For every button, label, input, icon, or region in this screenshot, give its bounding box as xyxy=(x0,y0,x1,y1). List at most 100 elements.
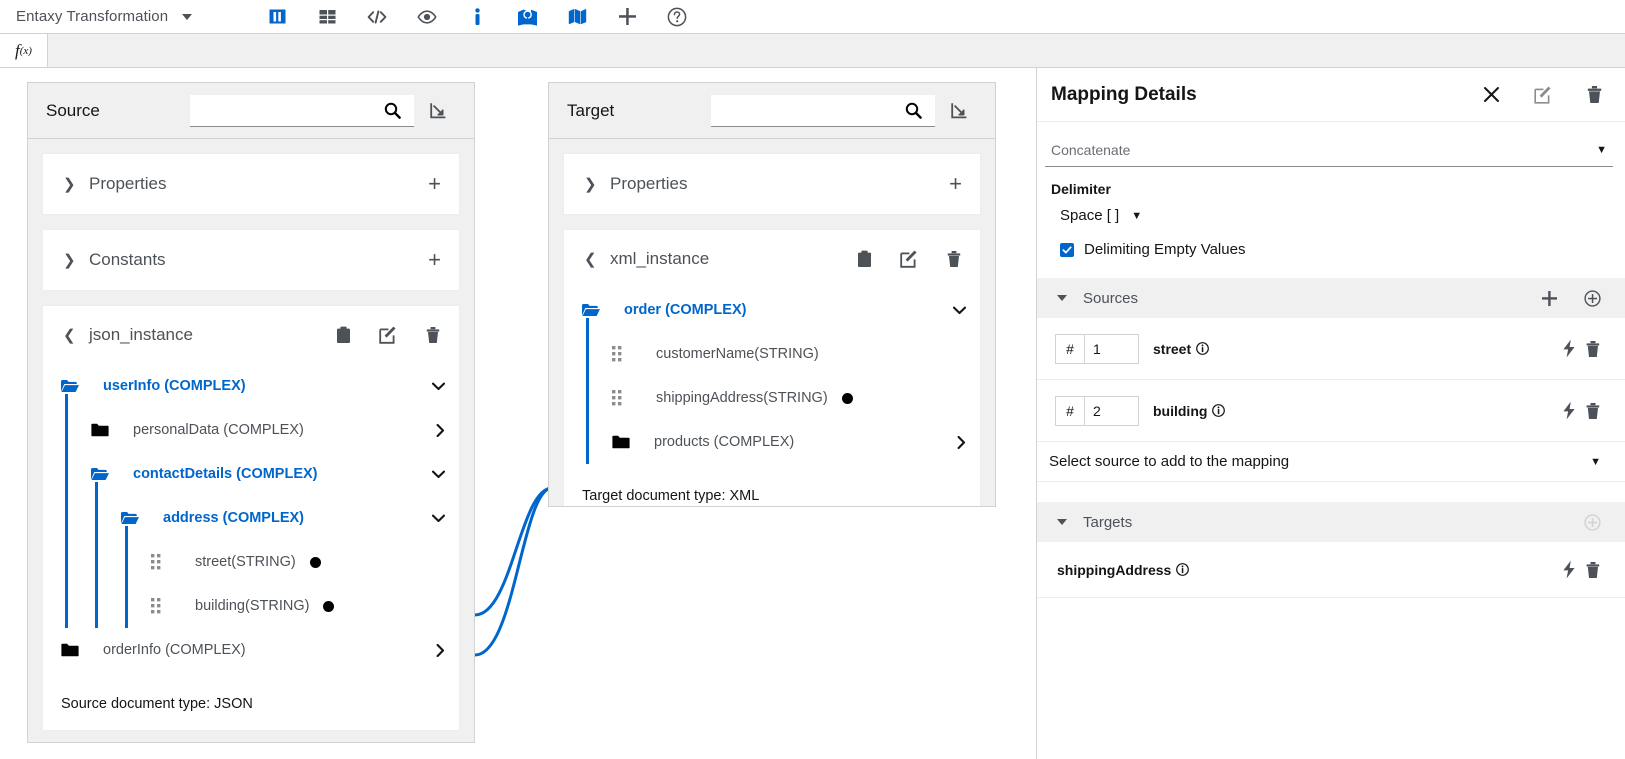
source-constants-add-button[interactable]: + xyxy=(428,249,441,271)
add-target-circle-plus-icon[interactable] xyxy=(1584,513,1601,531)
columns-icon[interactable] xyxy=(252,0,302,34)
source-index-input[interactable] xyxy=(1085,395,1139,426)
chevron-down-icon[interactable]: ❮ xyxy=(63,326,81,344)
chevron-right-icon[interactable]: ❯ xyxy=(63,175,81,193)
target-row-actions xyxy=(1562,560,1601,579)
delete-icon[interactable] xyxy=(1586,85,1603,104)
target-document-paste-icon[interactable] xyxy=(857,250,872,268)
target-search-button[interactable] xyxy=(891,94,935,127)
mapping-marker-icon[interactable] xyxy=(502,0,552,34)
source-document-delete-icon[interactable] xyxy=(425,326,441,344)
tree-node[interactable]: orderInfo (COMPLEX) xyxy=(43,628,459,672)
target-collapse-all-button[interactable] xyxy=(937,95,981,127)
mapping-details-panel: Mapping Details Concatenate ▼ Delimiter … xyxy=(1036,68,1625,759)
caret-down-icon[interactable] xyxy=(1057,519,1067,525)
chevron-right-icon[interactable] xyxy=(947,435,966,449)
chevron-down-icon[interactable] xyxy=(422,470,445,479)
target-search-input[interactable] xyxy=(711,94,891,127)
source-search-button[interactable] xyxy=(370,94,414,127)
source-document-edit-icon[interactable] xyxy=(379,326,397,344)
tree-node[interactable]: customerName(STRING) xyxy=(564,332,980,376)
close-icon[interactable] xyxy=(1483,86,1500,103)
source-properties-row[interactable]: ❯ Properties + xyxy=(43,154,459,214)
lightning-bolt-icon xyxy=(1563,339,1575,358)
add-source-select[interactable]: Select source to add to the mapping ▼ xyxy=(1037,442,1625,482)
source-document-type: Source document type: JSON xyxy=(61,696,253,712)
tree-node-label: address (COMPLEX) xyxy=(163,510,304,526)
source-index-stepper: # xyxy=(1055,395,1139,426)
tree-node[interactable]: shippingAddress(STRING) xyxy=(564,376,980,420)
source-transformation-bolt-icon[interactable] xyxy=(1562,401,1577,420)
help-icon[interactable] xyxy=(652,0,702,34)
lightning-bolt-icon xyxy=(1563,560,1575,579)
chevron-down-icon[interactable] xyxy=(943,306,966,315)
target-remove-trash-icon[interactable] xyxy=(1585,561,1601,579)
drag-handle-icon xyxy=(612,390,634,406)
source-section-constants: ❯ Constants + xyxy=(42,229,460,291)
table-icon[interactable] xyxy=(302,0,352,34)
tree-guide-line xyxy=(125,526,128,628)
source-properties-add-button[interactable]: + xyxy=(428,173,441,195)
chevron-right-icon[interactable] xyxy=(426,423,445,437)
folder-open-icon xyxy=(61,379,83,393)
tab-fx[interactable]: f (x) xyxy=(0,34,48,67)
plus-icon[interactable] xyxy=(602,0,652,34)
info-icon[interactable] xyxy=(452,0,502,34)
tree-node[interactable]: address (COMPLEX) xyxy=(43,496,459,540)
edit-icon[interactable] xyxy=(1534,86,1552,104)
drag-handle-icon xyxy=(151,554,161,570)
chevron-right-icon[interactable]: ❯ xyxy=(584,175,602,193)
tree-node-label: street(STRING) xyxy=(195,554,296,570)
tree-node[interactable]: street(STRING) xyxy=(43,540,459,584)
tree-node[interactable]: personalData (COMPLEX) xyxy=(43,408,459,452)
source-remove-trash-icon[interactable] xyxy=(1585,402,1601,420)
folder-open-icon xyxy=(582,303,604,317)
drag-handle-icon xyxy=(151,598,161,614)
add-constant-circle-plus-icon[interactable] xyxy=(1584,289,1601,307)
code-icon[interactable] xyxy=(352,0,402,34)
check-icon xyxy=(1062,245,1072,253)
source-constants-row[interactable]: ❯ Constants + xyxy=(43,230,459,290)
target-transformation-bolt-icon[interactable] xyxy=(1562,560,1577,579)
add-source-plus-icon[interactable] xyxy=(1541,290,1558,307)
info-circle-icon[interactable] xyxy=(1212,404,1226,417)
info-circle-icon[interactable] xyxy=(1176,563,1190,576)
mapping-action-select[interactable]: Concatenate ▼ xyxy=(1045,133,1613,167)
tab-strip: f (x) xyxy=(0,34,1625,68)
caret-down-icon[interactable] xyxy=(1057,295,1067,301)
mapped-indicator-dot xyxy=(323,600,335,612)
chevron-right-icon[interactable]: ❯ xyxy=(63,251,81,269)
source-panel-header: Source xyxy=(28,83,474,139)
target-document-delete-icon[interactable] xyxy=(946,250,962,268)
source-collapse-all-button[interactable] xyxy=(416,95,460,127)
tree-node-label: userInfo (COMPLEX) xyxy=(103,378,246,394)
source-index-input[interactable] xyxy=(1085,333,1139,364)
tree-node[interactable]: building(STRING) xyxy=(43,584,459,628)
target-properties-add-button[interactable]: + xyxy=(949,173,962,195)
tree-node[interactable]: userInfo (COMPLEX) xyxy=(43,364,459,408)
chevron-down-icon[interactable] xyxy=(422,382,445,391)
chevron-down-icon[interactable]: ❮ xyxy=(584,250,602,268)
tree-guide-line xyxy=(95,482,98,628)
source-remove-trash-icon[interactable] xyxy=(1585,340,1601,358)
targets-group-header: Targets xyxy=(1037,502,1625,542)
source-document-paste-icon[interactable] xyxy=(336,326,351,344)
delimiting-empty-values-checkbox[interactable] xyxy=(1060,242,1074,257)
source-document-card: ❮ json_instance userInfo (COMPLEX) perso… xyxy=(42,305,460,731)
target-document-edit-icon[interactable] xyxy=(900,250,918,268)
eye-icon[interactable] xyxy=(402,0,452,34)
source-transformation-bolt-icon[interactable] xyxy=(1562,339,1577,358)
chevron-right-icon[interactable] xyxy=(426,643,445,657)
chevron-down-icon: ▼ xyxy=(1590,455,1601,468)
map-icon[interactable] xyxy=(552,0,602,34)
app-menu-caret-down-icon[interactable] xyxy=(182,13,193,20)
tree-node[interactable]: order (COMPLEX) xyxy=(564,288,980,332)
delimiter-select[interactable]: Space [ ] ▼ xyxy=(1060,207,1142,224)
sources-group-label: Sources xyxy=(1083,289,1139,307)
chevron-down-icon[interactable] xyxy=(422,514,445,523)
target-properties-row[interactable]: ❯ Properties + xyxy=(564,154,980,214)
info-circle-icon[interactable] xyxy=(1196,342,1210,355)
source-search-input[interactable] xyxy=(190,94,370,127)
tree-node[interactable]: products (COMPLEX) xyxy=(564,420,980,464)
tree-node[interactable]: contactDetails (COMPLEX) xyxy=(43,452,459,496)
